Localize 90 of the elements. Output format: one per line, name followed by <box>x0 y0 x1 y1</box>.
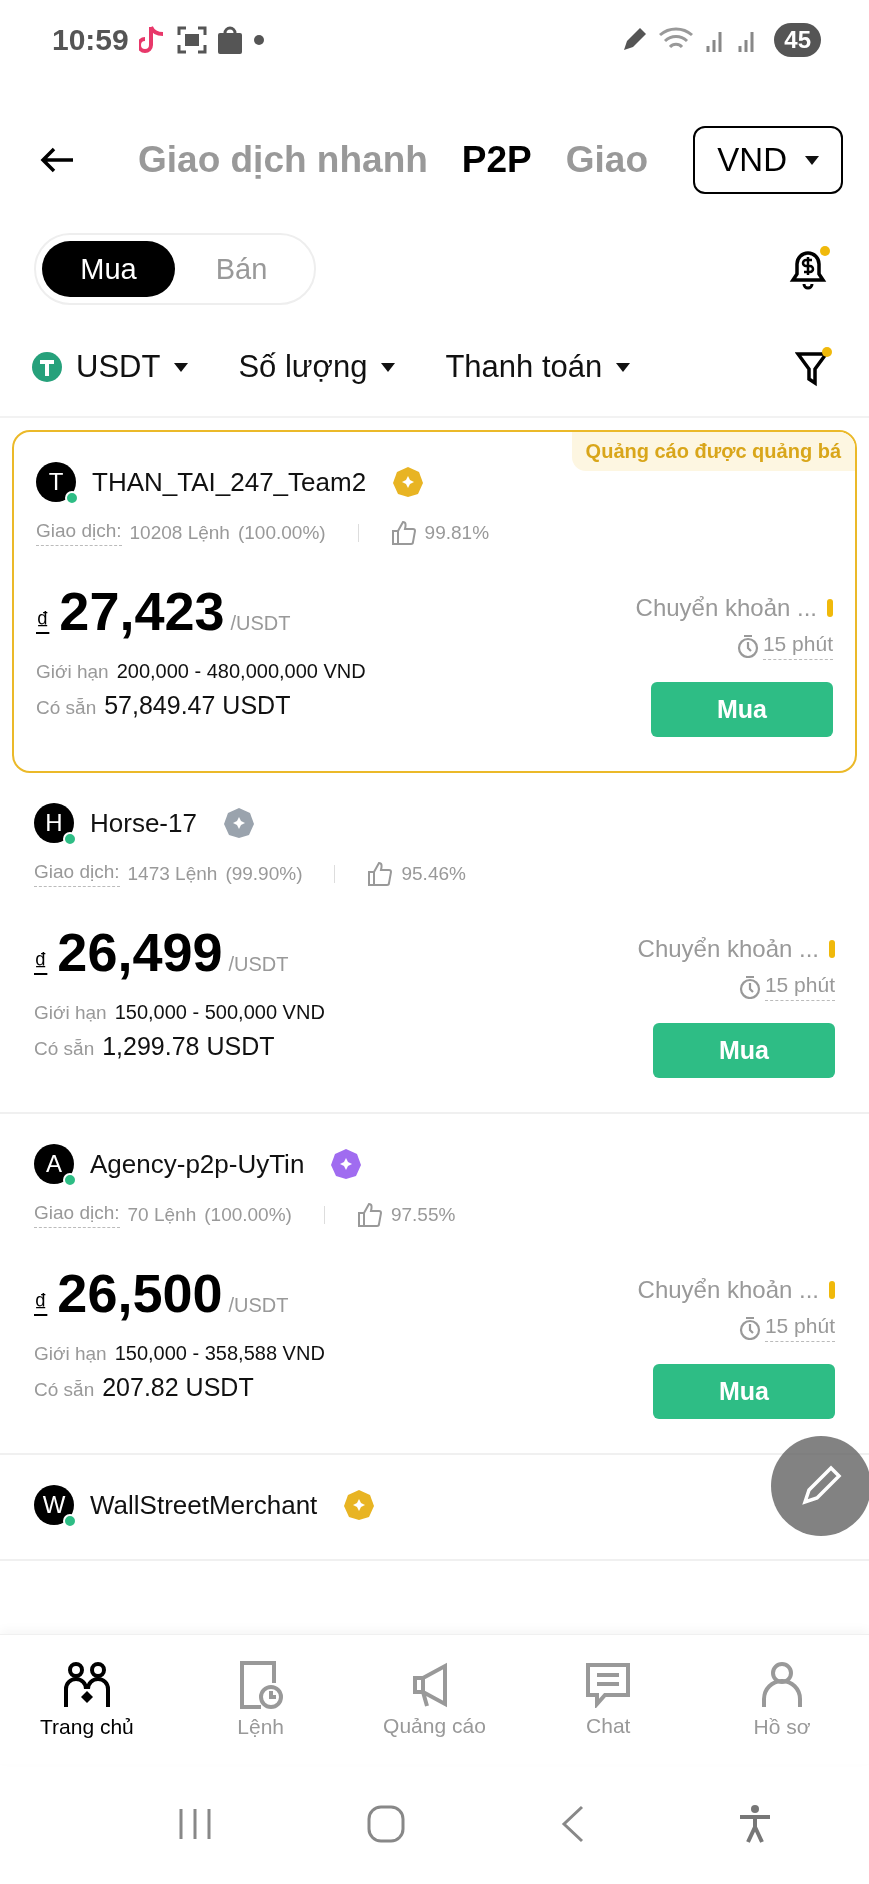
rating: 95.46% <box>401 863 466 885</box>
price: 26,500 <box>57 1263 223 1323</box>
recents-icon[interactable] <box>177 1806 214 1842</box>
avatar: W <box>34 1485 74 1525</box>
rating: 97.55% <box>390 1204 456 1226</box>
avatar: H <box>34 803 74 843</box>
rating: 99.81% <box>424 522 490 544</box>
limit-label: Giới hạn <box>34 1343 107 1364</box>
filter-dropdown[interactable]: Thanh toán <box>445 349 631 385</box>
limit-value: 200,000 - 480,000,000 VND <box>116 660 366 682</box>
available-label: Có sẵn <box>36 697 97 718</box>
currency-sign: ₫ <box>34 1288 48 1318</box>
available-label: Có sẵn <box>34 1038 95 1059</box>
payment-time: 15 phút <box>764 1314 835 1342</box>
timer-icon <box>738 1316 761 1340</box>
caret-icon <box>174 362 189 372</box>
home-icon[interactable] <box>367 1805 406 1843</box>
available-label: Có sẵn <box>34 1379 95 1400</box>
timer-icon <box>738 975 761 999</box>
shopping-bag-icon <box>216 25 243 55</box>
available-value: 207.82 USDT <box>102 1373 254 1401</box>
screenshot-icon <box>176 26 207 54</box>
available-value: 57,849.47 USDT <box>104 691 291 719</box>
bell-dollar-icon[interactable] <box>787 246 831 292</box>
document-clock-icon <box>238 1660 283 1709</box>
payment-time: 15 phút <box>764 973 835 1001</box>
thumbs-up-icon <box>367 861 394 887</box>
dot-icon <box>252 34 265 46</box>
payment-method: Chuyển khoản ... <box>637 1276 819 1304</box>
price-unit: /USDT <box>228 953 289 975</box>
price: 27,423 <box>59 581 225 641</box>
nav-tab[interactable]: Trang chủ <box>11 1659 162 1740</box>
battery-level: 45 <box>774 23 821 57</box>
limit-label: Giới hạn <box>36 661 109 682</box>
chat-icon <box>585 1661 632 1708</box>
status-time: 10:59 <box>52 23 129 57</box>
limit-value: 150,000 - 500,000 VND <box>114 1001 325 1023</box>
order-count: 10208 Lệnh <box>129 522 230 544</box>
payment-method: Chuyển khoản ... <box>635 594 817 622</box>
avatar: A <box>34 1144 74 1184</box>
order-count: 70 Lệnh <box>127 1204 197 1226</box>
currency-dropdown[interactable]: VND <box>693 126 843 194</box>
price-unit: /USDT <box>228 1294 289 1316</box>
payment-method: Chuyển khoản ... <box>637 935 819 963</box>
filter-dropdown[interactable]: USDT <box>32 349 189 385</box>
filter-icon[interactable] <box>795 347 833 387</box>
payment-marker <box>829 940 835 958</box>
merchant-name[interactable]: WallStreetMerchant <box>90 1489 318 1521</box>
tether-icon <box>32 352 62 382</box>
payment-marker <box>827 599 833 617</box>
payment-time: 15 phút <box>762 632 833 660</box>
merchant-name[interactable]: THAN_TAI_247_Team2 <box>92 466 367 498</box>
limit-value: 150,000 - 358,588 VND <box>114 1342 325 1364</box>
merchant-name[interactable]: Agency-p2p-UyTin <box>90 1148 305 1180</box>
online-dot <box>63 832 77 846</box>
caret-icon <box>381 362 396 372</box>
caret-icon <box>616 362 631 372</box>
order-count: 1473 Lệnh <box>127 863 218 885</box>
header-tab[interactable]: P2P <box>461 139 532 181</box>
online-dot <box>65 491 79 505</box>
available-value: 1,299.78 USDT <box>102 1032 275 1060</box>
promoted-tag: Quảng cáo được quảng bá <box>571 432 855 471</box>
accessibility-icon[interactable] <box>737 1804 772 1844</box>
avatar: T <box>36 462 76 502</box>
completion-rate: (100.00%) <box>204 1204 292 1226</box>
price-unit: /USDT <box>230 612 291 634</box>
thumbs-up-icon <box>356 1202 383 1228</box>
payment-marker <box>829 1281 835 1299</box>
filter-dropdown[interactable]: Số lượng <box>238 349 396 385</box>
people-icon <box>62 1660 111 1709</box>
online-dot <box>63 1514 77 1528</box>
trades-label: Giao dịch: <box>34 861 120 887</box>
caret-icon <box>805 155 819 165</box>
limit-label: Giới hạn <box>34 1002 107 1023</box>
completion-rate: (100.00%) <box>237 522 326 544</box>
merchant-name[interactable]: Horse-17 <box>90 807 197 839</box>
online-dot <box>63 1173 77 1187</box>
back-icon[interactable] <box>559 1805 584 1843</box>
toggle-option[interactable]: Mua <box>42 241 175 297</box>
completion-rate: (99.90%) <box>225 863 303 885</box>
back-arrow-icon[interactable] <box>40 147 74 173</box>
thumbs-up-icon <box>390 520 417 546</box>
timer-icon <box>736 634 759 658</box>
currency-sign: ₫ <box>34 947 48 977</box>
trades-label: Giao dịch: <box>34 1202 120 1228</box>
trades-label: Giao dịch: <box>36 520 122 546</box>
person-icon <box>761 1660 804 1709</box>
price: 26,499 <box>57 922 223 982</box>
pencil-icon <box>799 1464 843 1508</box>
currency-sign: ₫ <box>36 606 50 636</box>
